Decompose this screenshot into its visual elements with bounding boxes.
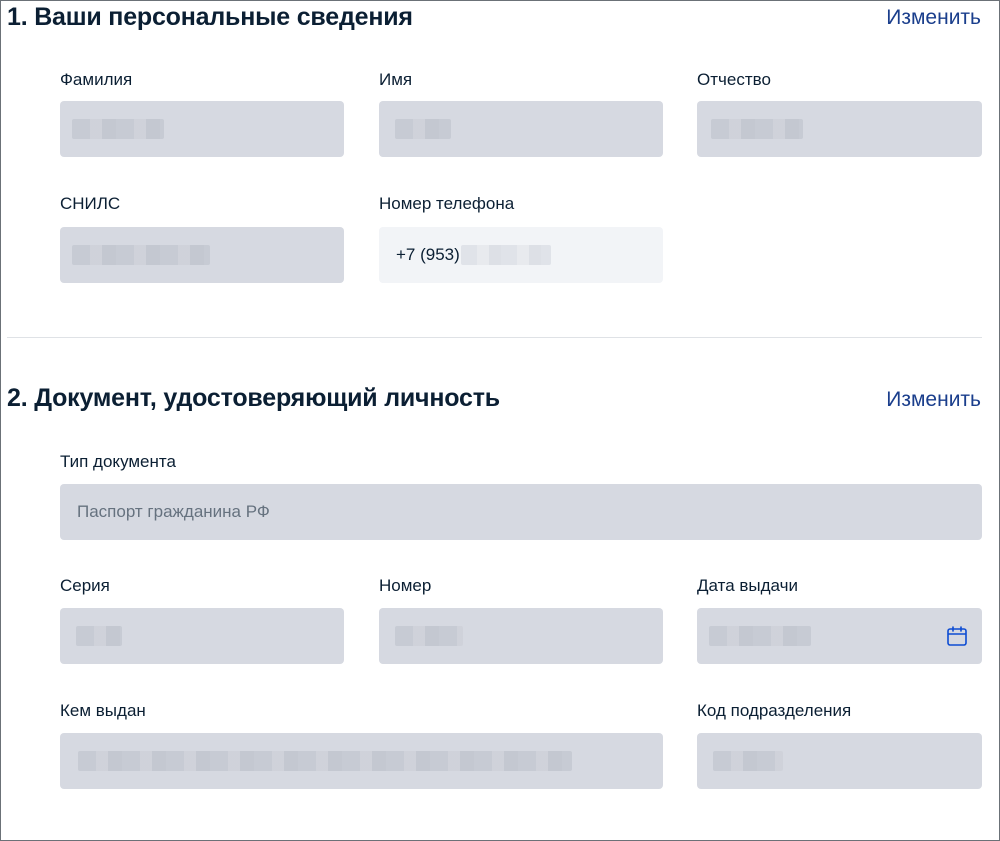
doc-type-value: Паспорт гражданина РФ: [77, 502, 270, 521]
calendar-icon[interactable]: [946, 625, 968, 647]
patronymic-field: [697, 101, 982, 157]
issue-date-field: [697, 608, 982, 664]
last-name-field: [60, 101, 344, 157]
redacted-value: [72, 119, 164, 139]
phone-value: +7 (953): [396, 245, 460, 264]
doc-type-field: Паспорт гражданина РФ: [60, 484, 982, 540]
phone-field[interactable]: +7 (953): [379, 227, 663, 283]
snils-field: [60, 227, 344, 283]
issued-by-label: Кем выдан: [60, 701, 146, 720]
division-code-field: [697, 733, 982, 789]
redacted-value: [76, 626, 122, 646]
series-field: [60, 608, 344, 664]
doc-type-label: Тип документа: [60, 452, 176, 471]
first-name-label: Имя: [379, 70, 413, 89]
edit-document-link[interactable]: Изменить: [886, 388, 981, 412]
issued-by-field: [60, 733, 663, 789]
snils-label: СНИЛС: [60, 194, 121, 213]
division-code-label: Код подразделения: [697, 701, 852, 720]
redacted-value: [72, 245, 210, 265]
patronymic-label: Отчество: [697, 70, 771, 89]
redacted-value: [711, 119, 803, 139]
number-label: Номер: [379, 576, 432, 595]
issue-date-label: Дата выдачи: [697, 576, 798, 595]
redacted-value: [78, 751, 572, 771]
series-label: Серия: [60, 576, 110, 595]
redacted-value: [395, 626, 463, 646]
section-title-personal: 1. Ваши персональные сведения: [7, 3, 413, 31]
last-name-label: Фамилия: [60, 70, 133, 89]
redacted-value: [461, 245, 551, 265]
section-title-document: 2. Документ, удостоверяющий личность: [7, 384, 500, 412]
number-field: [379, 608, 663, 664]
redacted-value: [395, 119, 451, 139]
phone-label: Номер телефона: [379, 194, 515, 213]
edit-personal-link[interactable]: Изменить: [886, 6, 981, 30]
redacted-value: [713, 751, 783, 771]
first-name-field: [379, 101, 663, 157]
section-divider: [7, 337, 982, 338]
redacted-value: [709, 626, 811, 646]
